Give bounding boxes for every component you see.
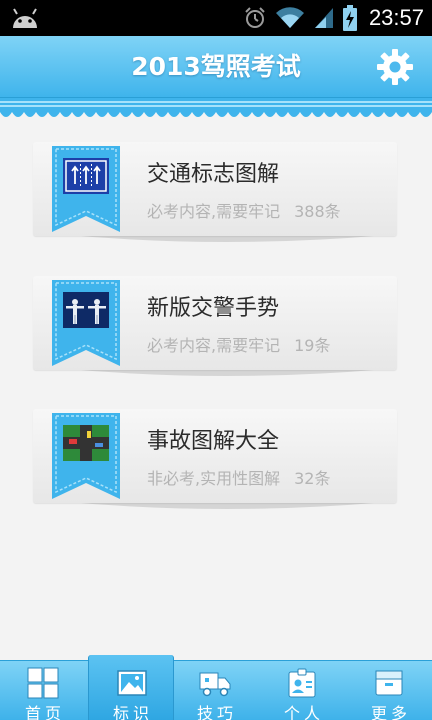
tab-home[interactable]: 首页 <box>0 661 86 720</box>
truck-icon <box>199 672 231 697</box>
category-title: 事故图解大全 <box>147 429 280 454</box>
accident-diagram-icon <box>63 425 109 461</box>
traffic-sign-icon <box>63 158 109 194</box>
page-title: 2013驾照考试 <box>131 52 301 81</box>
item-count: 19条 <box>294 336 331 355</box>
category-title: 交通标志图解 <box>147 162 280 187</box>
tab-label: 技巧 <box>196 704 237 720</box>
scallop-edge <box>0 112 432 117</box>
tab-more[interactable]: 更多 <box>346 661 432 720</box>
tab-label: 标识 <box>112 704 153 720</box>
police-gesture-icon <box>63 292 109 328</box>
alarm-icon <box>245 7 265 28</box>
status-bar: 23:57 <box>0 0 432 36</box>
app-header: 2013驾照考试 <box>0 36 432 98</box>
wifi-icon <box>275 7 304 29</box>
item-count: 388条 <box>294 202 341 221</box>
item-count: 32条 <box>294 469 331 488</box>
category-description: 必考内容,需要牢记 388条 <box>147 198 341 222</box>
description-text: 必考内容,需要牢记 <box>147 202 281 221</box>
category-description: 必考内容,需要牢记 19条 <box>147 332 330 356</box>
clock: 23:57 <box>368 5 424 30</box>
android-icon <box>13 8 37 28</box>
tab-label: 更多 <box>370 704 411 720</box>
header-stripe <box>0 98 432 112</box>
battery-charging-icon <box>342 5 357 31</box>
category-description: 非必考,实用性图解 32条 <box>147 465 330 489</box>
bottom-nav: 首页 标识 技巧 个人 更多 <box>0 655 432 720</box>
signal-icon <box>314 8 333 28</box>
description-text: 必考内容,需要牢记 <box>147 336 281 355</box>
tab-profile[interactable]: 个人 <box>259 661 345 720</box>
gear-icon[interactable] <box>376 48 414 86</box>
category-card-police-gestures[interactable]: 新版交警手势 必考内容,需要牢记 19条 <box>33 276 397 376</box>
description-text: 非必考,实用性图解 <box>147 469 281 488</box>
tab-label: 个人 <box>283 704 324 720</box>
category-card-traffic-signs[interactable]: 交通标志图解 必考内容,需要牢记 388条 <box>33 142 397 242</box>
tab-tips[interactable]: 技巧 <box>172 661 258 720</box>
box-icon <box>375 670 403 696</box>
home-grid-icon <box>27 667 59 699</box>
id-badge-icon <box>288 668 316 698</box>
image-icon <box>117 670 147 696</box>
category-title: 新版交警手势 <box>147 296 280 321</box>
tab-signs[interactable]: 标识 <box>88 655 174 720</box>
tab-label: 首页 <box>24 704 65 720</box>
category-card-accidents[interactable]: 事故图解大全 非必考,实用性图解 32条 <box>33 409 397 509</box>
